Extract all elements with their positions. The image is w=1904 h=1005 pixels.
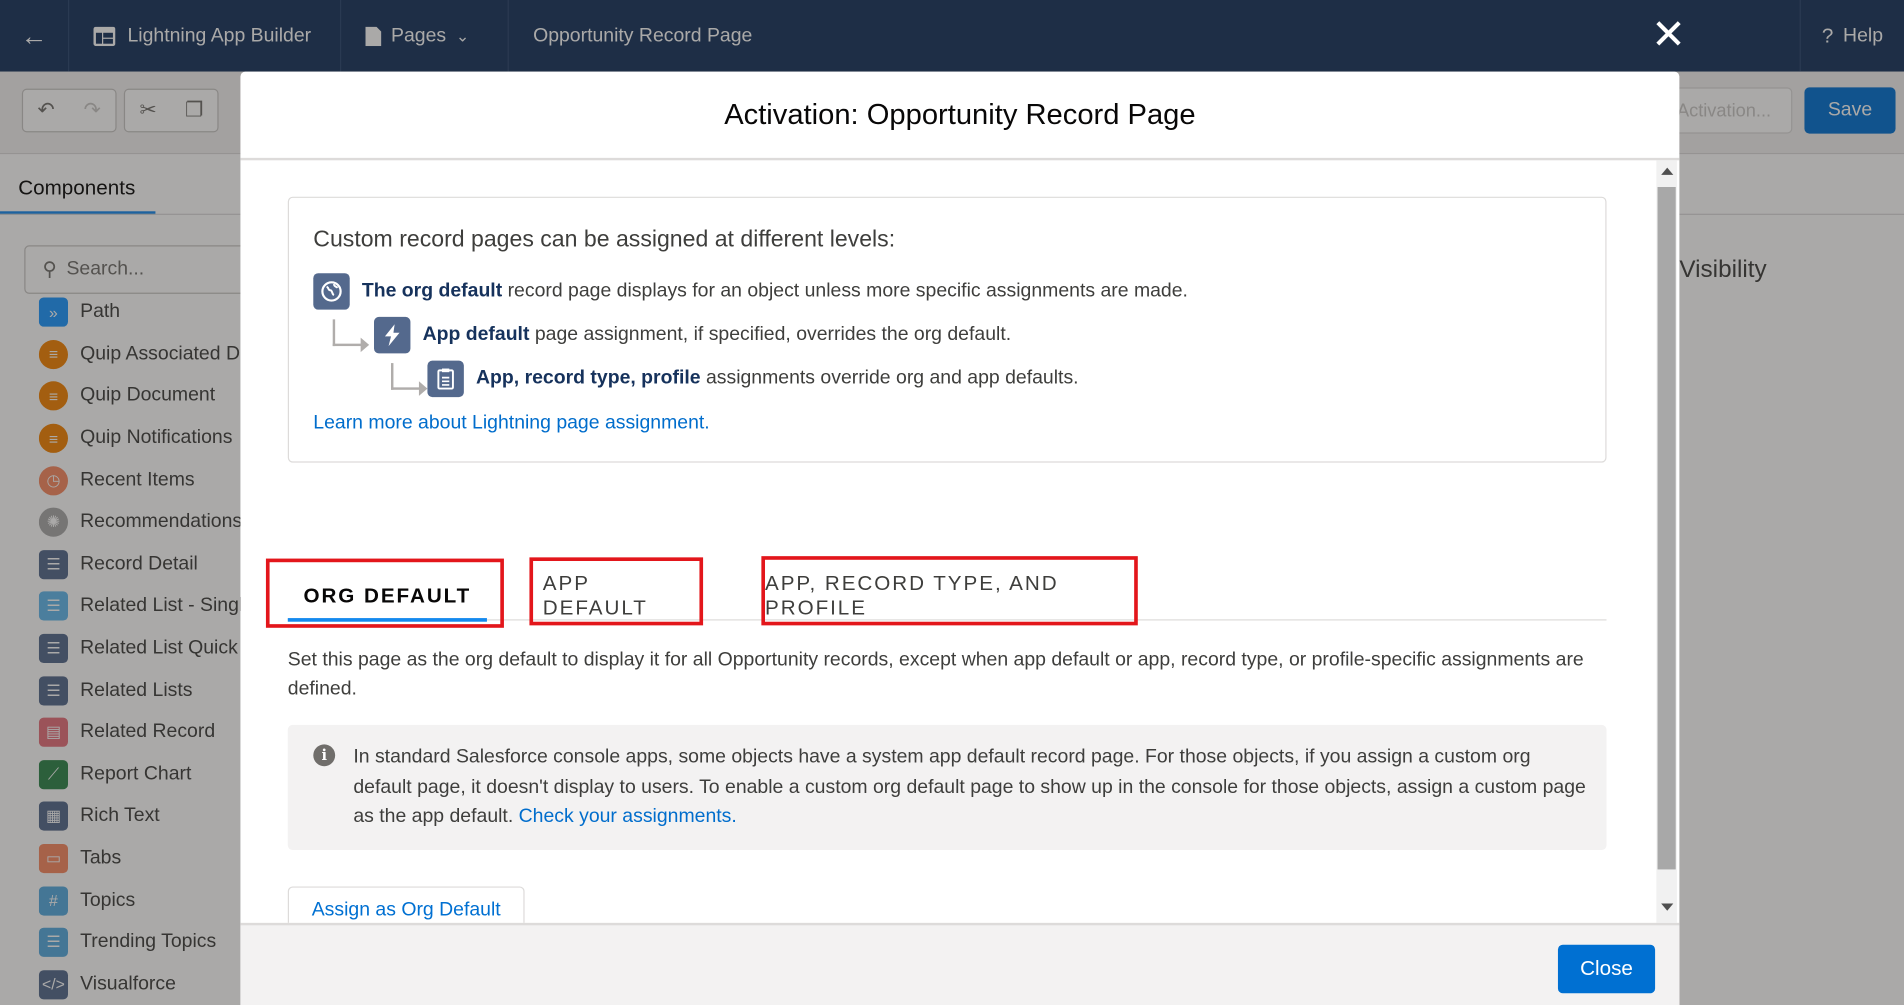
assign-org-default-button[interactable]: Assign as Org Default xyxy=(287,886,525,923)
learn-more-link[interactable]: Learn more about Lightning page assignme… xyxy=(313,413,709,435)
levels-heading: Custom record pages can be assigned at d… xyxy=(313,227,896,253)
close-button[interactable]: Close xyxy=(1557,944,1656,994)
console-info-note: i In standard Salesforce console apps, s… xyxy=(287,724,1607,851)
app-default-bold: App default xyxy=(422,324,530,345)
org-default-description: Set this page as the org default to disp… xyxy=(287,649,1584,700)
app-default-text: page assignment, if specified, overrides… xyxy=(529,324,1012,345)
scroll-down-arrow-icon[interactable] xyxy=(1661,903,1674,911)
org-default-level: The org default record page displays for… xyxy=(313,273,1188,310)
activation-modal: Activation: Opportunity Record Page Cust… xyxy=(240,71,1680,1005)
modal-footer: Close xyxy=(240,922,1680,1005)
assignment-levels-card: Custom record pages can be assigned at d… xyxy=(287,196,1607,463)
check-assignments-link[interactable]: Check your assignments. xyxy=(519,806,737,827)
clipboard-icon xyxy=(427,360,464,398)
scroll-up-arrow-icon[interactable] xyxy=(1661,167,1674,175)
highlight-box-profile xyxy=(761,556,1138,626)
profile-bold: App, record type, profile xyxy=(476,367,701,389)
note-text: In standard Salesforce console apps, som… xyxy=(353,743,1592,832)
modal-body: Custom record pages can be assigned at d… xyxy=(240,160,1679,923)
globe-icon xyxy=(313,273,350,310)
profile-text: assignments override org and app default… xyxy=(700,367,1079,389)
highlight-box-app-default xyxy=(529,557,704,626)
highlight-box-org-default xyxy=(265,558,504,628)
org-default-text: record page displays for an object unles… xyxy=(502,280,1188,302)
scroll-thumb[interactable] xyxy=(1657,187,1676,870)
indent-arrow-icon xyxy=(332,319,370,353)
modal-scrollbar[interactable] xyxy=(1656,160,1677,923)
app-window: ← Lightning App Builder Pages ⌄ Opportun… xyxy=(0,0,1904,1005)
modal-title: Activation: Opportunity Record Page xyxy=(240,72,1680,161)
info-icon: i xyxy=(313,744,336,767)
app-default-level: App default page assignment, if specifie… xyxy=(374,316,1012,354)
lightning-icon xyxy=(374,316,411,354)
close-icon[interactable]: ✕ xyxy=(1645,12,1691,58)
profile-level: App, record type, profile assignments ov… xyxy=(427,360,1079,398)
org-default-bold: The org default xyxy=(361,280,503,302)
indent-arrow-icon xyxy=(391,363,428,396)
